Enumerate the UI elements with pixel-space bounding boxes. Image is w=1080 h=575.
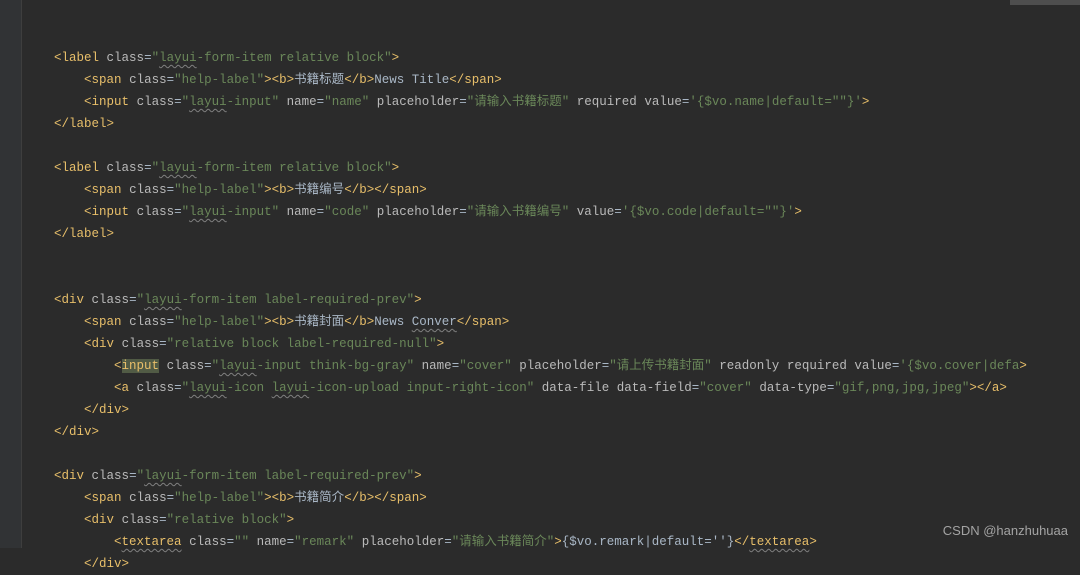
code-line[interactable]: <textarea class="" name="remark" placeho… bbox=[54, 531, 1080, 553]
code-line[interactable]: <span class="help-label"><b>书籍编号</b></sp… bbox=[54, 179, 1080, 201]
code-line[interactable]: <div class="layui-form-item label-requir… bbox=[54, 289, 1080, 311]
code-line[interactable]: <div class="relative block label-require… bbox=[54, 333, 1080, 355]
code-line[interactable]: <input class="layui-input" name="name" p… bbox=[54, 91, 1080, 113]
code-line[interactable] bbox=[54, 3, 1080, 25]
code-line[interactable]: <div class="relative block"> bbox=[54, 509, 1080, 531]
code-editor[interactable]: <label class="layui-form-item relative b… bbox=[0, 0, 1080, 575]
code-line[interactable] bbox=[54, 135, 1080, 157]
code-line[interactable]: </label> bbox=[54, 223, 1080, 245]
code-line[interactable]: </div> bbox=[54, 399, 1080, 421]
code-line[interactable]: </div> bbox=[54, 553, 1080, 575]
scrollbar-thumb[interactable] bbox=[1010, 0, 1080, 5]
code-line[interactable]: <span class="help-label"><b>书籍标题</b>News… bbox=[54, 69, 1080, 91]
code-line[interactable] bbox=[54, 267, 1080, 289]
code-line[interactable]: <span class="help-label"><b>书籍简介</b></sp… bbox=[54, 487, 1080, 509]
code-line[interactable]: </label> bbox=[54, 113, 1080, 135]
code-line[interactable]: <input class="layui-input think-bg-gray"… bbox=[54, 355, 1080, 377]
code-line[interactable]: <span class="help-label"><b>书籍封面</b>News… bbox=[54, 311, 1080, 333]
code-line[interactable] bbox=[54, 443, 1080, 465]
code-line[interactable] bbox=[54, 245, 1080, 267]
code-line[interactable]: <div class="layui-form-item label-requir… bbox=[54, 465, 1080, 487]
code-line[interactable]: <label class="layui-form-item relative b… bbox=[54, 157, 1080, 179]
watermark: CSDN @hanzhuhuaa bbox=[943, 520, 1068, 542]
code-line[interactable]: </div> bbox=[54, 421, 1080, 443]
editor-gutter bbox=[0, 0, 22, 548]
code-line[interactable]: <a class="layui-icon layui-icon-upload i… bbox=[54, 377, 1080, 399]
code-line[interactable]: <label class="layui-form-item relative b… bbox=[54, 47, 1080, 69]
code-line[interactable] bbox=[54, 25, 1080, 47]
code-line[interactable]: <input class="layui-input" name="code" p… bbox=[54, 201, 1080, 223]
